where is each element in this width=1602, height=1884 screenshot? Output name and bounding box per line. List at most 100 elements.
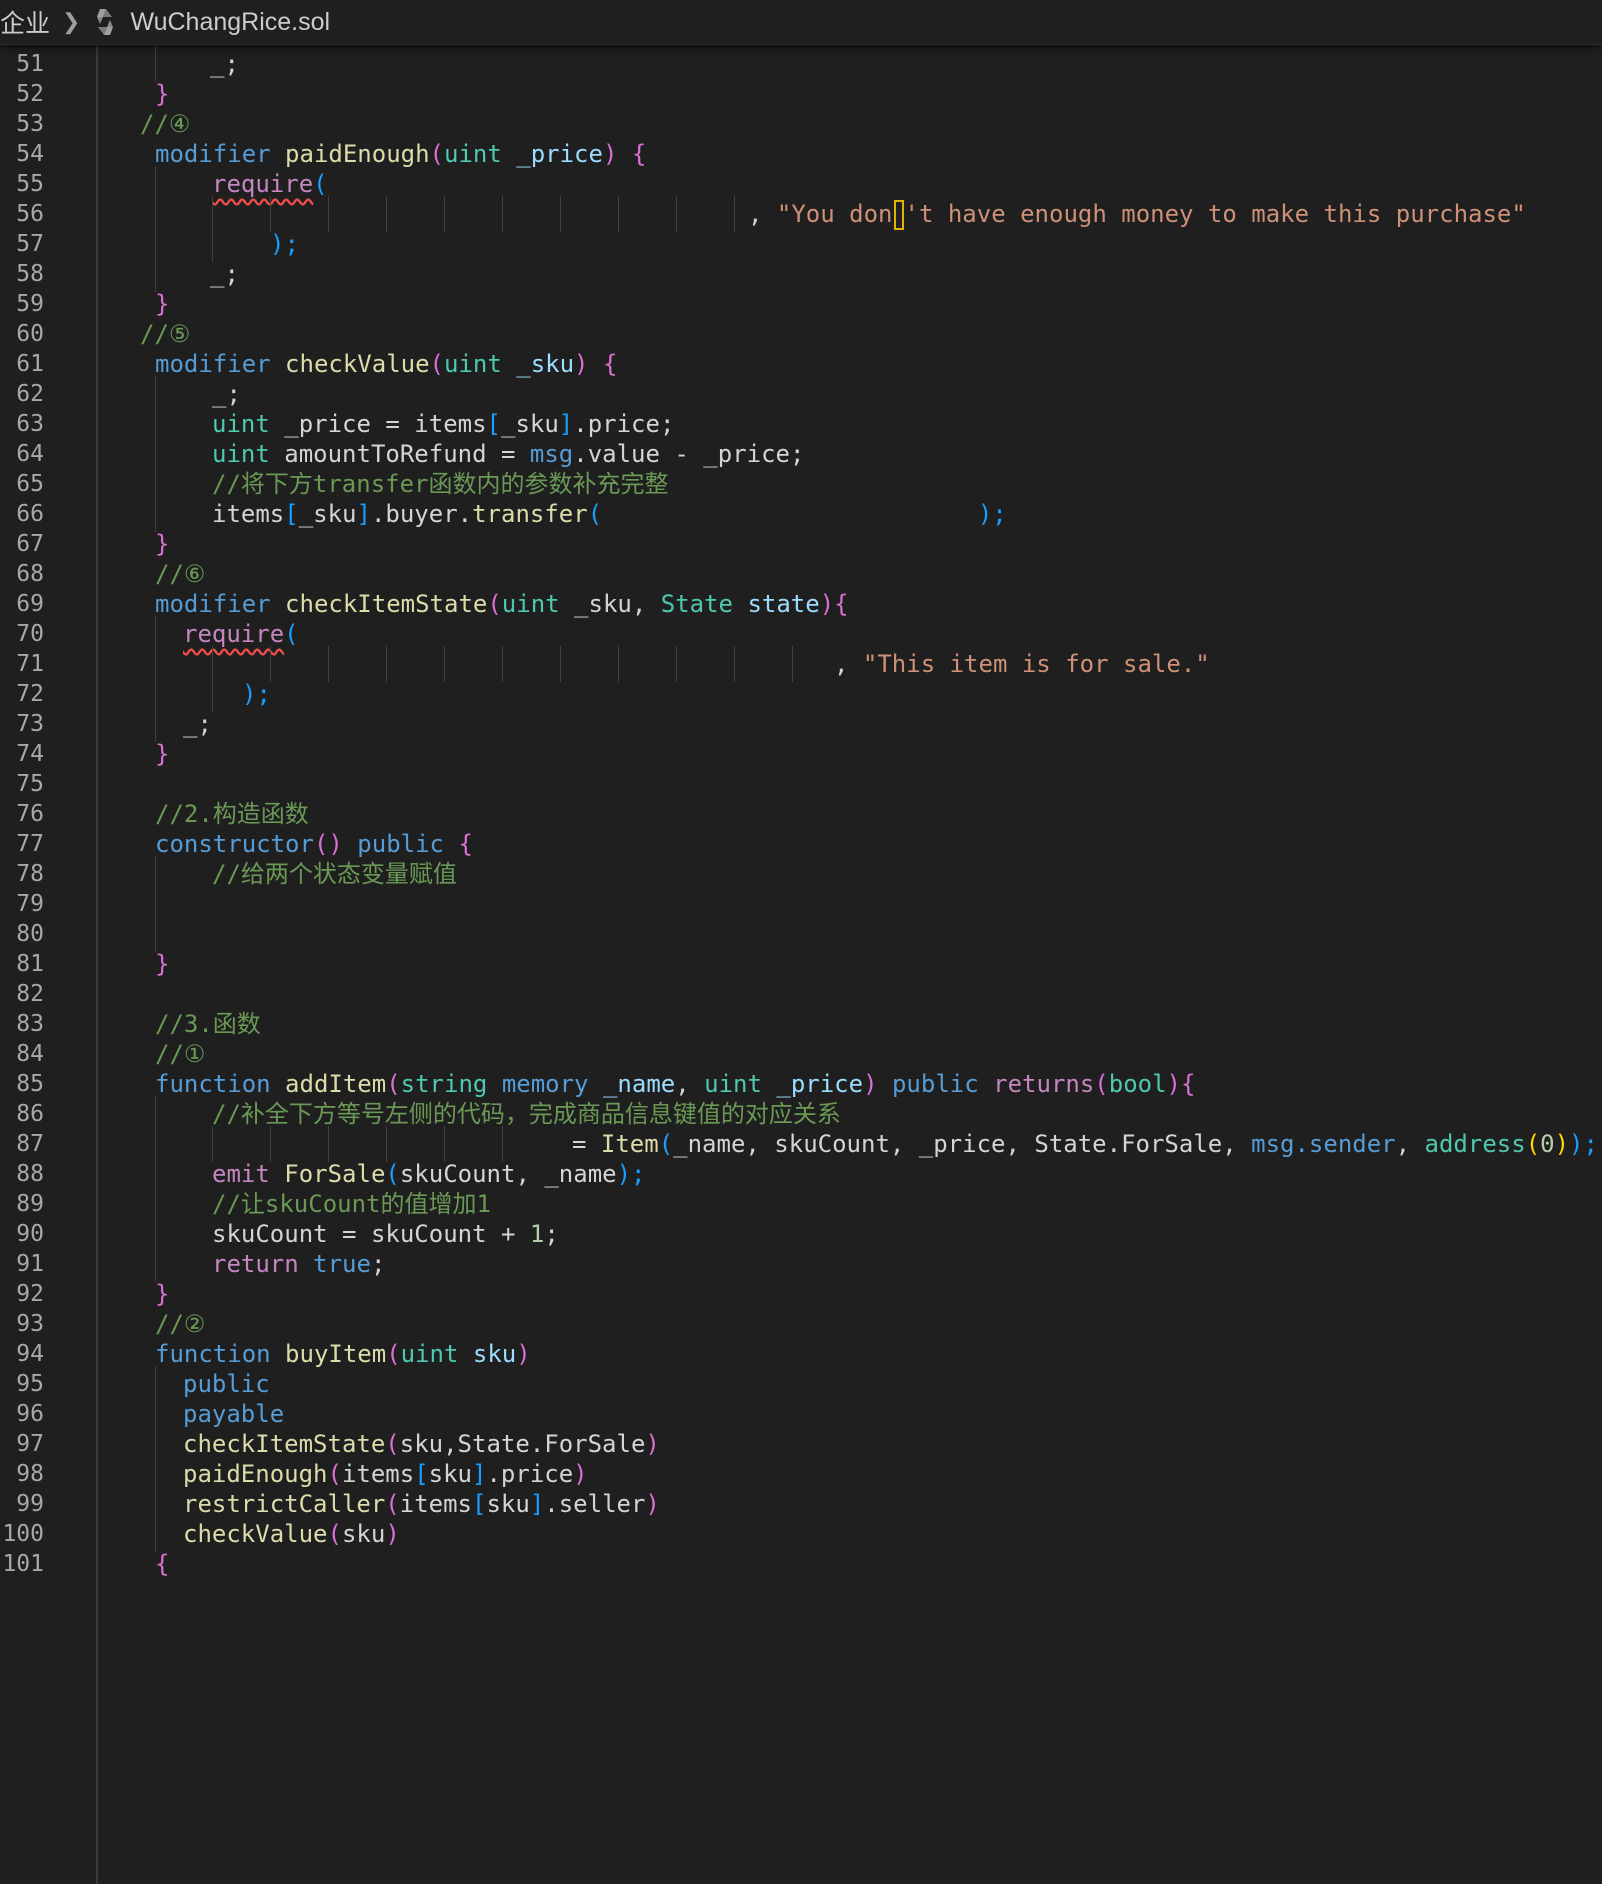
code-token: returns [993,1070,1095,1098]
code-token: _; [183,710,212,738]
code-token: ){ [819,590,849,618]
code-token: //⑤ [140,320,191,348]
code-token: uint [400,1340,473,1368]
line-number: 101 [2,1551,44,1577]
code-token: ) [863,1070,892,1098]
code-token: _sku [298,500,357,528]
code-token: { [155,1550,170,1578]
code-token: ); [270,230,299,258]
code-token: buyItem [285,1340,387,1368]
code-token: ( [284,620,299,648]
code-token: ] [472,1460,487,1488]
code-token: ] [558,410,574,438]
code-token: function [155,1340,286,1368]
code-token: [ [472,1490,487,1518]
code-token: payable [183,1400,285,1428]
code-token: _sku [501,410,559,438]
code-token: } [155,530,170,558]
code-token: Item [600,1130,659,1158]
code-line[interactable]: 101 { [0,1546,1602,1582]
code-token: ){ [1166,1070,1196,1098]
code-editor[interactable]: 51 _; 52} 53//④ 54 modifier paidEnough(uint _… [0,44,1602,1884]
code-token: { [458,830,473,858]
code-token: require [183,620,285,648]
code-token: items [399,1490,472,1518]
code-token: ( [327,1460,342,1488]
breadcrumb-folder[interactable]: 企业 [0,4,50,40]
breadcrumb-file[interactable]: WuChangRice.sol [130,8,330,37]
code-token: _; [210,260,239,288]
code-token: //给两个状态变量赋值 [212,860,457,888]
code-token: checkItemState [285,590,488,618]
code-token: uint [212,410,285,438]
code-token: ; [370,1250,386,1278]
code-token: //补全下方等号左侧的代码，完成商品信息键值的对应关系 [212,1100,841,1128]
code-token: ] [356,500,371,528]
code-token: } [155,80,170,108]
code-token: State [660,590,748,618]
code-token: ( [429,350,444,378]
code-token: //让skuCount的值增加1 [212,1190,491,1218]
code-token: , [675,1070,705,1098]
code-token: string [400,1070,502,1098]
code-token: ( [385,1430,400,1458]
breadcrumb: 企业 ❯ WuChangRice.sol [0,0,1602,45]
code-token: _name, skuCount, _price, State.ForSale, [673,1130,1252,1158]
code-token: ) [645,1490,660,1518]
code-token: sku [428,1460,473,1488]
code-token: } [155,1280,170,1308]
code-token: _sku [516,350,575,378]
code-token: .value - _price; [573,440,805,468]
code-token: "This item is for sale." [862,650,1210,678]
code-token: _; [210,50,239,78]
code-token: //将下方transfer函数内的参数补充完整 [212,470,669,498]
code-token: ( [386,1340,401,1368]
code-token: ( [1094,1070,1109,1098]
code-token: state [747,590,820,618]
code-token: addItem [285,1070,387,1098]
code-token: ( [385,1160,400,1188]
code-token: items [212,500,285,528]
code-token: , [748,200,777,228]
code-token: 0 [1540,1130,1555,1158]
code-token: ); [1569,1130,1598,1158]
code-token: amountToRefund = [284,440,530,468]
code-token: _price [776,1070,864,1098]
code-token: //2.构造函数 [155,800,309,828]
code-token: ( [587,500,603,528]
code-token: checkValue [183,1520,328,1548]
code-token: .price [486,1460,574,1488]
code-token: public [183,1370,270,1398]
code-token: sku [486,1490,530,1518]
code-token: items [341,1460,415,1488]
code-token: } [155,950,170,978]
code-token: ( [327,1520,342,1548]
code-token: ( [313,170,328,198]
code-token: } [155,290,170,318]
code-token: _price [516,140,603,168]
code-token: sku [472,1340,517,1368]
code-token: ( [1525,1130,1541,1158]
code-token: paidEnough [285,140,430,168]
code-token: ) [645,1430,660,1458]
code-token: , [834,650,863,678]
code-token: ) { [602,140,647,168]
code-token: skuCount = skuCount + [212,1220,530,1248]
code-token: _; [212,380,241,408]
code-token: msg.sender [1251,1130,1396,1158]
code-token: ForSale [284,1160,386,1188]
code-token: public [342,830,459,858]
code-token: 1 [529,1220,545,1248]
code-token: ( [487,590,502,618]
code-token: public [891,1070,994,1098]
code-token: ] [529,1490,545,1518]
code-token: "You don [776,200,893,228]
code-token: bool [1108,1070,1167,1098]
code-token: uint [212,440,285,468]
code-token: ); [977,500,1007,528]
code-token: modifier [155,350,286,378]
code-token: ) { [574,350,618,378]
code-token: //② [155,1310,206,1338]
code-token: modifier [155,140,286,168]
code-token: memory [501,1070,603,1098]
